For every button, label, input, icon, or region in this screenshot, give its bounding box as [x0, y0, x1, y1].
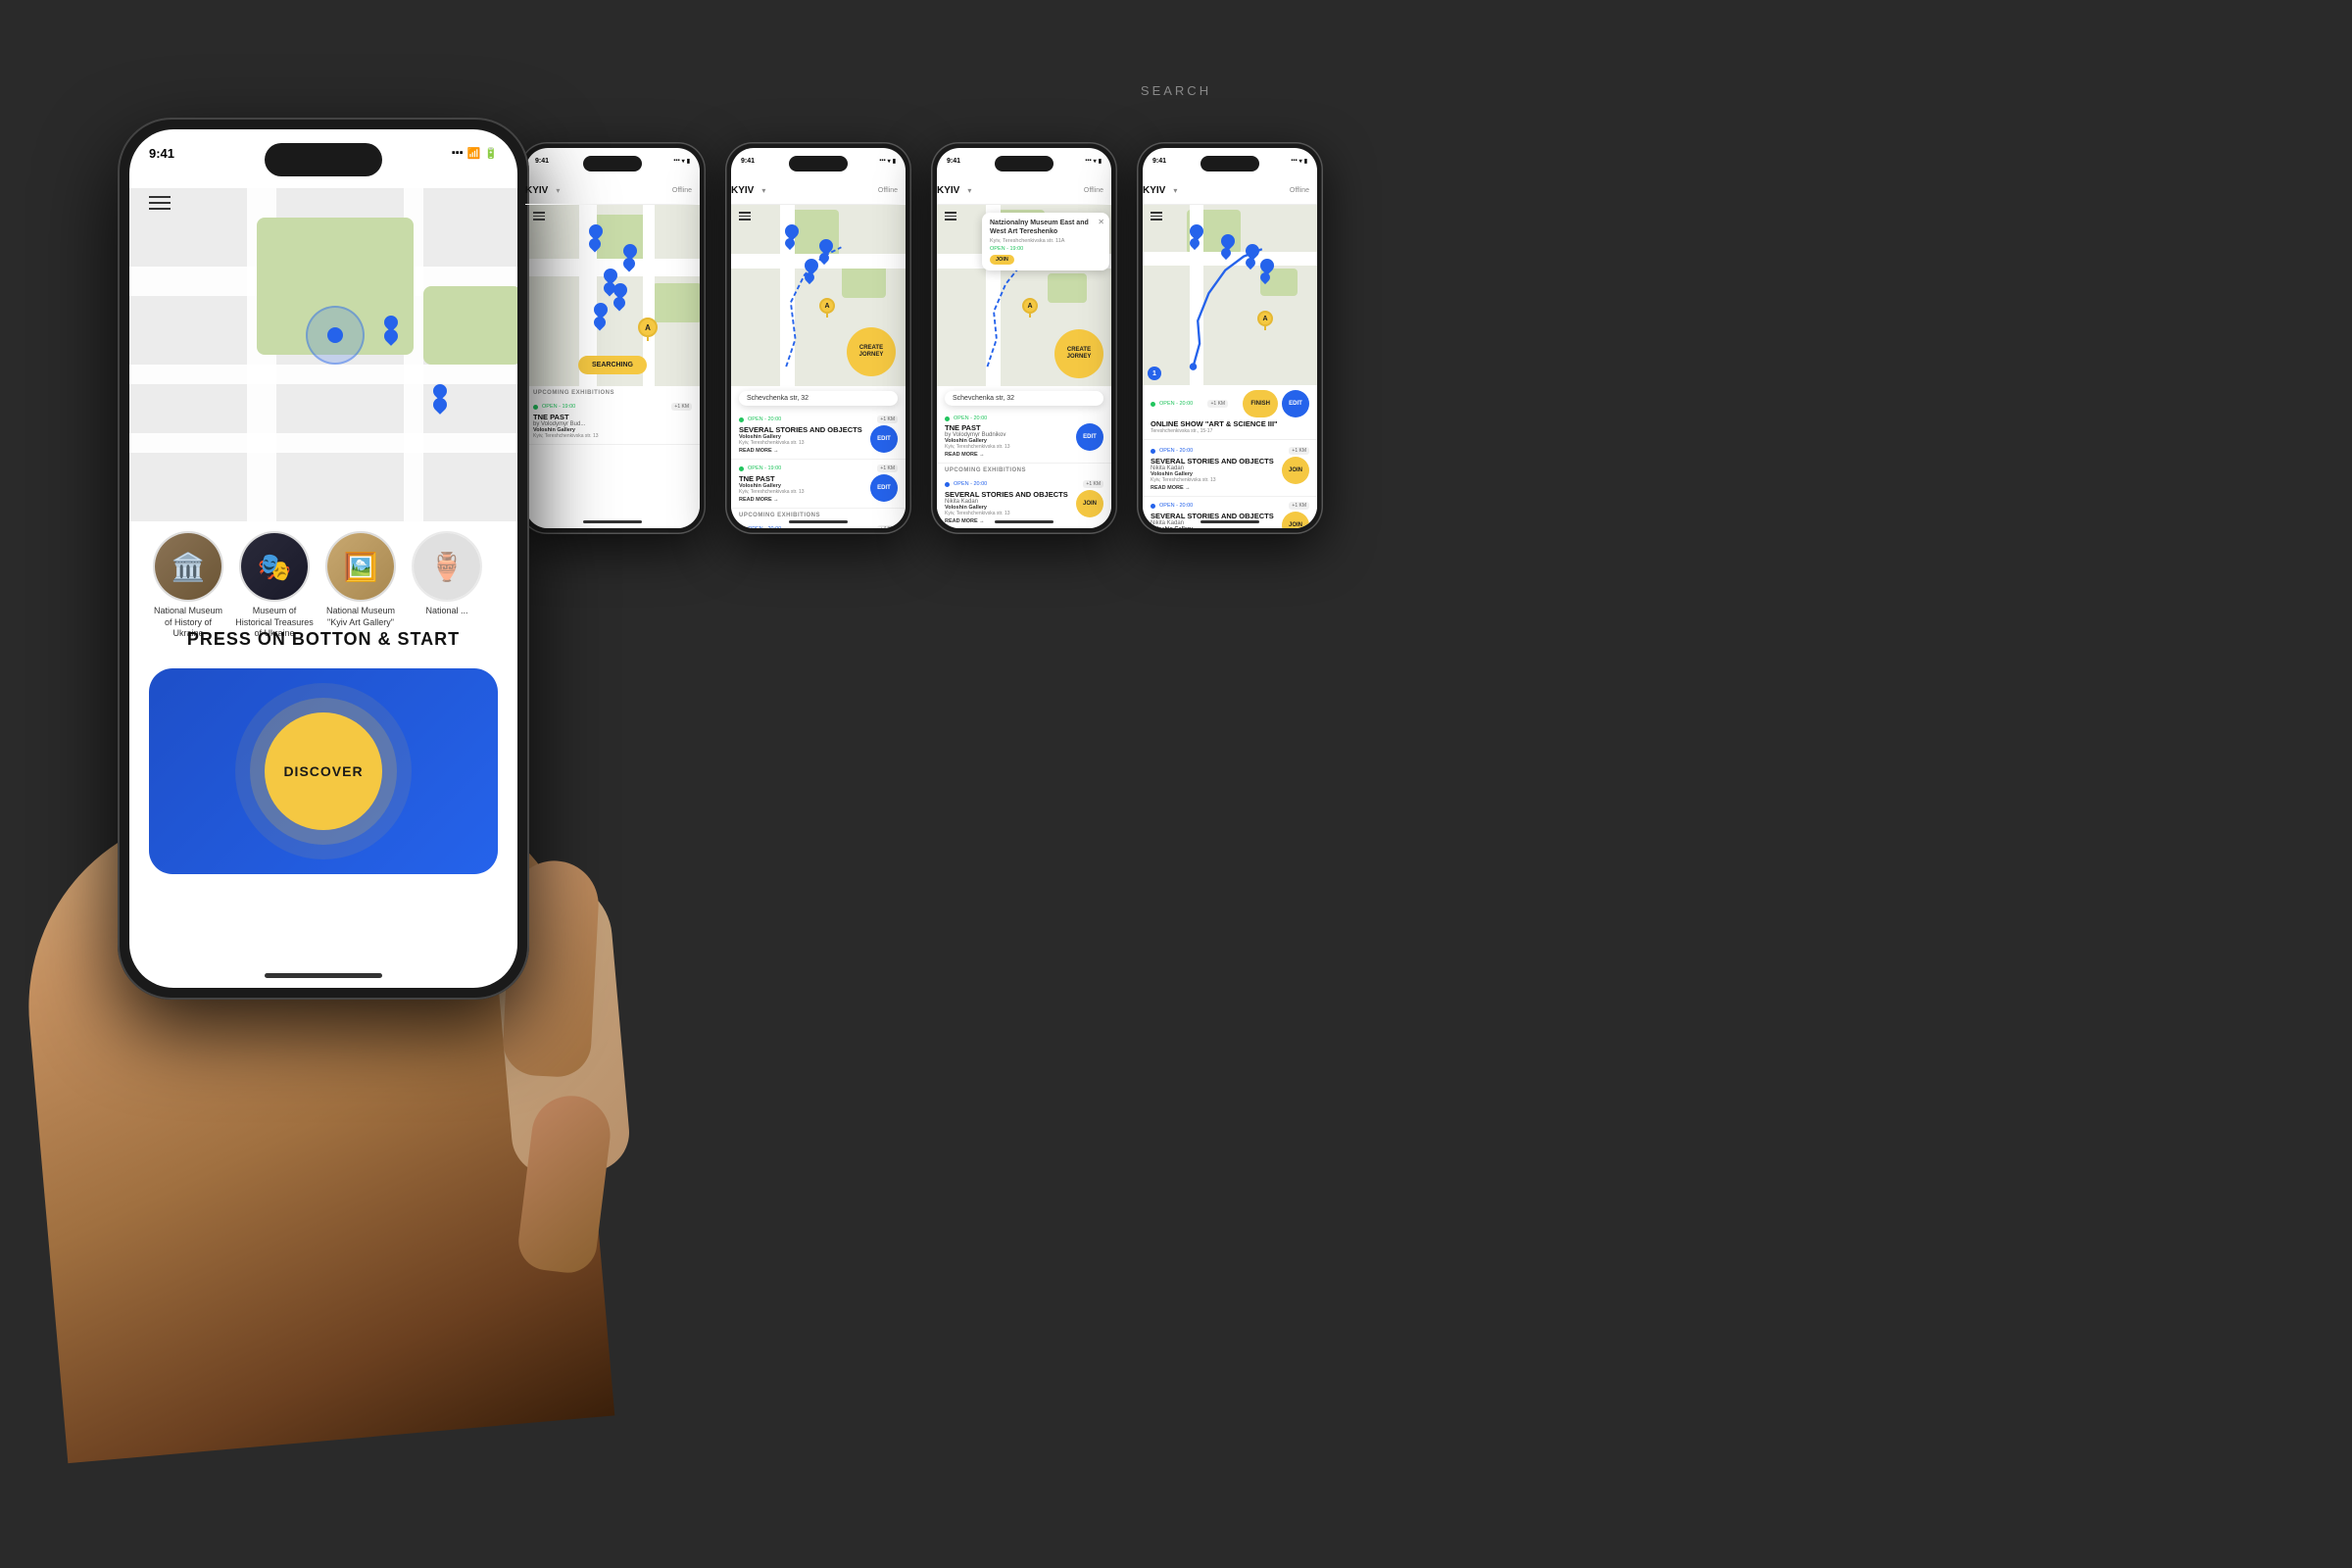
info-popup-4[interactable]: ✕ Natzionalny Museum East and West Art T… — [982, 213, 1109, 270]
menu-2[interactable] — [533, 212, 545, 220]
header-4: KYIV ▾ Offline — [937, 177, 1111, 205]
menu-icon[interactable] — [149, 196, 171, 210]
discover-area[interactable]: DISCOVER — [149, 668, 498, 874]
map-3: A CREATEJORNEY — [731, 205, 906, 386]
pin-2e — [623, 244, 637, 262]
phone-1: 9:41 ▪▪▪ 📶 🔋 — [98, 118, 568, 1392]
list-section-2: Upcoming exhibitions OPEN - 19:00 +1 KM … — [525, 386, 700, 528]
time-2: 9:41 — [535, 158, 549, 165]
header-5: KYIV ▾ Offline — [1143, 177, 1317, 205]
list-section-3: OPEN - 20:00 +1 KM SEVERAL STORIES AND O… — [731, 411, 906, 528]
map-2: A SEARCHING — [525, 205, 700, 386]
home-indicator-4 — [995, 520, 1054, 523]
battery-2: ▮ — [687, 158, 690, 165]
home-indicator — [265, 973, 382, 978]
wifi-2: ▾ — [682, 158, 685, 165]
join-popup-btn[interactable]: JOIN — [990, 255, 1014, 265]
edit-btn[interactable]: EDIT — [870, 474, 898, 502]
home-indicator-3 — [789, 520, 848, 523]
museum-item[interactable]: 🖼️ National Museum "Kyiv Art Gallery" — [321, 531, 400, 640]
phone-3: 9:41 ▪▪▪ ▾ ▮ KYIV ▾ Offline — [725, 142, 911, 534]
time: 9:41 — [149, 146, 174, 161]
phone-4: 9:41 ▪▪▪▾▮ KYIV ▾ Offline — [931, 142, 1117, 534]
list-item[interactable]: OPEN - 20:00 +1 KM SEVERAL STORIES AND O… — [1143, 497, 1317, 528]
museum-item[interactable]: 🎭 Museum of Historical Treasures of Ukra… — [235, 531, 314, 640]
list-item[interactable]: OPEN - 20:00 TNE PAST by Volodymyr Budni… — [937, 411, 1111, 464]
page-title: SEARCH — [1141, 83, 1211, 98]
menu-4[interactable] — [945, 212, 956, 220]
menu-5[interactable] — [1151, 212, 1162, 220]
home-indicator-5 — [1200, 520, 1259, 523]
signal-2: ▪▪▪ — [673, 158, 679, 165]
edit-btn-4[interactable]: EDIT — [1076, 423, 1103, 451]
list-section-5: OPEN - 20:00 +1 KM SEVERAL STORIES AND O… — [1143, 442, 1317, 528]
location-indicator — [306, 306, 365, 365]
join-btn[interactable]: JOIN — [1282, 512, 1309, 528]
pin-2a — [589, 224, 603, 242]
edit-btn-5[interactable]: EDIT — [1282, 390, 1309, 417]
header-3: KYIV ▾ Offline — [731, 177, 906, 205]
discover-button[interactable]: DISCOVER — [265, 712, 382, 830]
phone-frame-large: 9:41 ▪▪▪ 📶 🔋 — [118, 118, 529, 1000]
battery-icon: 🔋 — [484, 147, 498, 160]
map-pin — [384, 316, 398, 333]
phone-2: 9:41 ▪▪▪ ▾ ▮ KYIV ▾ Offline — [519, 142, 706, 534]
searching-button[interactable]: SEARCHING — [578, 356, 647, 374]
wifi-icon: 📶 — [467, 147, 481, 160]
museum-item[interactable]: 🏺 National ... — [408, 531, 486, 640]
edit-btn[interactable]: EDIT — [870, 425, 898, 453]
list-item[interactable]: OPEN - 20:00 +1 KM SEVERAL STORIES AND O… — [1143, 442, 1317, 497]
map-pin — [433, 384, 447, 402]
phone-5: 9:41 ▪▪▪▾▮ KYIV ▾ Offline — [1137, 142, 1323, 534]
close-popup[interactable]: ✕ — [1098, 218, 1104, 226]
map-section — [129, 188, 517, 521]
join-btn[interactable]: JOIN — [1076, 490, 1103, 517]
signal-icon: ▪▪▪ — [452, 147, 464, 159]
pin-a-3: A — [817, 298, 837, 321]
press-text: PRESS ON BOTTON & START — [129, 629, 517, 650]
list-item[interactable]: OPEN - 19:00 +1 KM TNE PAST by Volodymyr… — [525, 398, 700, 445]
pin-a-2: A — [638, 318, 658, 341]
join-btn[interactable]: JOIN — [1282, 457, 1309, 484]
list-item[interactable]: OPEN - 19:00 +1 KM TNE PAST Voloshin Gal… — [731, 460, 906, 509]
finish-btn[interactable]: FINISH — [1243, 390, 1278, 417]
address-bar-4[interactable]: Schevchenka str, 32 — [945, 391, 1103, 406]
list-item[interactable]: OPEN - 20:00 +1 KM SEVERAL STORIES AND O… — [731, 411, 906, 460]
map-5: A 1 — [1143, 205, 1317, 386]
show-info-panel: OPEN - 20:00 +1 KM FINISH EDIT ONLINE SH… — [1143, 385, 1317, 440]
museum-item[interactable]: 🏛️ National Museum of History of Ukraine — [149, 531, 227, 640]
header-2: KYIV ▾ Offline — [525, 177, 700, 205]
pin-2d — [594, 303, 608, 320]
list-section-4: OPEN - 20:00 TNE PAST by Volodymyr Budni… — [937, 411, 1111, 528]
time-3: 9:41 — [741, 158, 755, 165]
home-indicator-2 — [583, 520, 642, 523]
address-bar-3[interactable]: Schevchenka str, 32 — [739, 391, 898, 406]
menu-3[interactable] — [739, 212, 751, 220]
pin-2c — [613, 283, 627, 301]
map-4: A ✕ Natzionalny Museum East and West Art… — [937, 205, 1111, 386]
